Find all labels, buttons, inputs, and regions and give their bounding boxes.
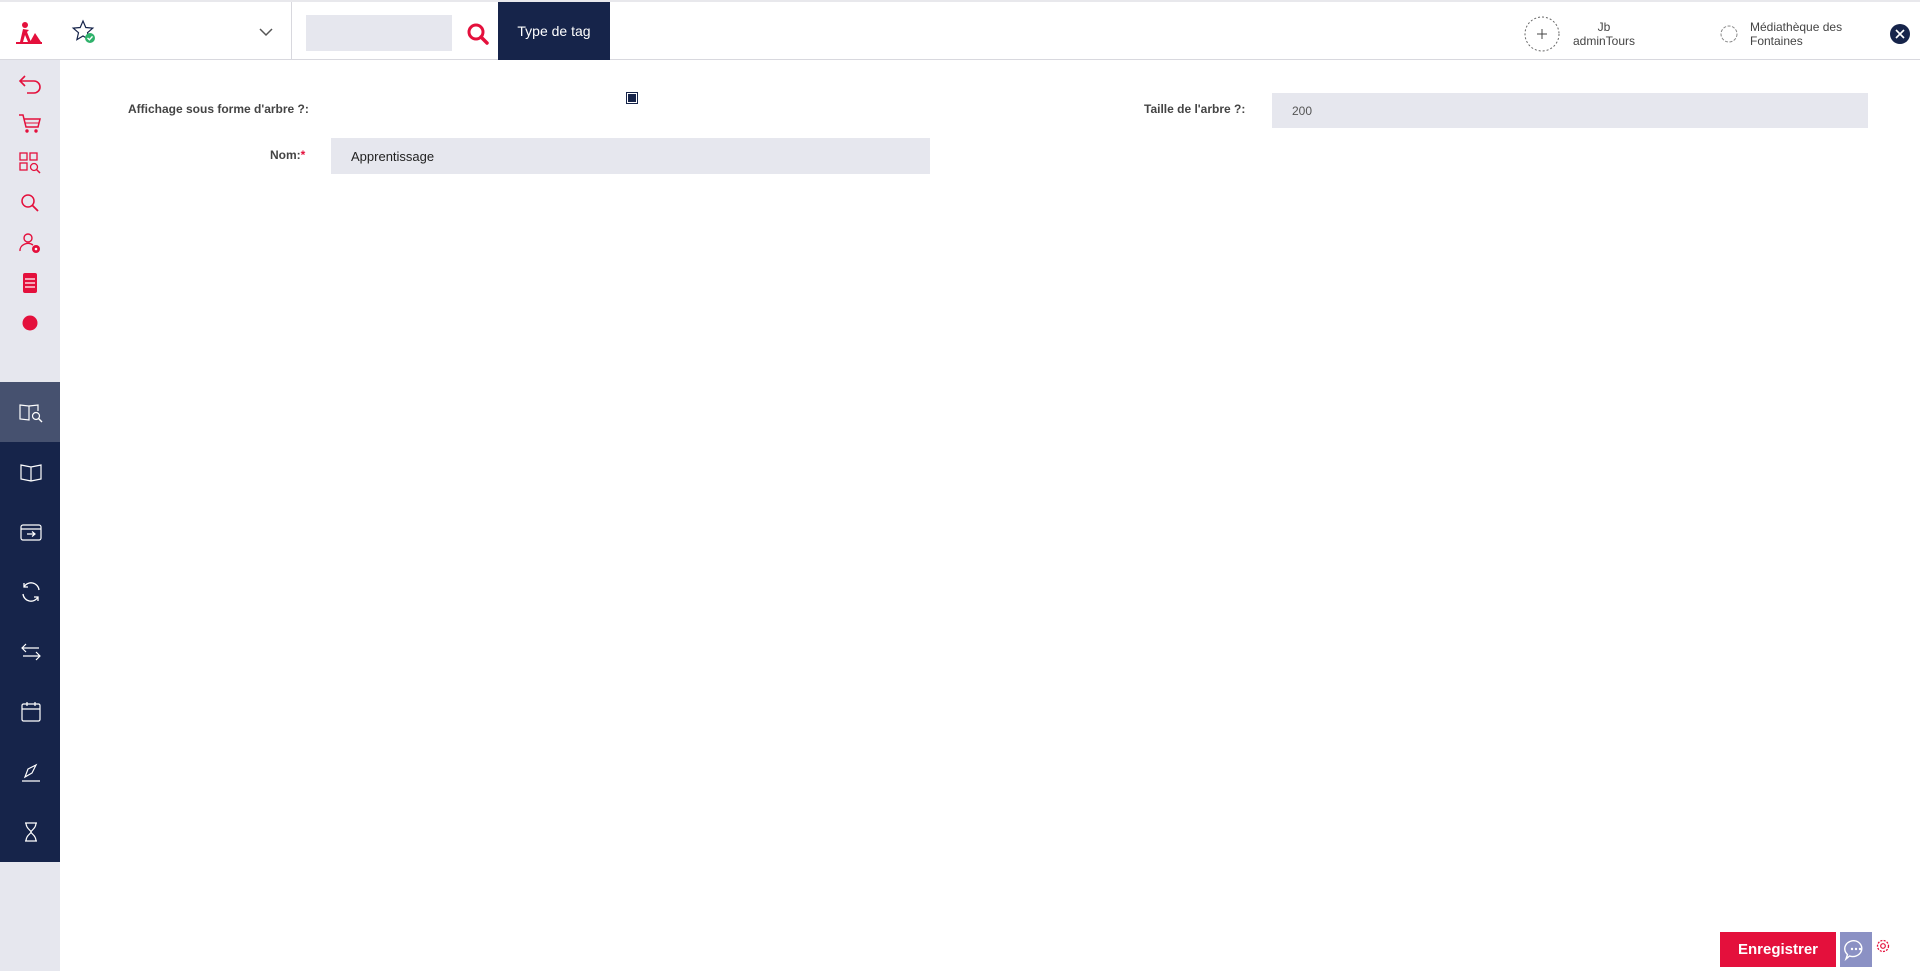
tree-size-label: Taille de l'arbre ?: — [1144, 102, 1246, 116]
chat-button[interactable] — [1840, 932, 1872, 967]
tab-type-de-tag[interactable]: Type de tag — [498, 2, 610, 60]
tree-display-label: Affichage sous forme d'arbre ?: — [128, 102, 309, 116]
name-label: Nom:* — [270, 148, 305, 162]
cart-icon[interactable] — [17, 110, 43, 136]
sidebar-navigation — [0, 382, 60, 862]
document-stack-icon[interactable] — [17, 270, 43, 296]
calendar-icon — [21, 702, 41, 722]
open-book-icon — [20, 464, 42, 482]
header-divider — [291, 2, 292, 60]
add-user-icon[interactable] — [1524, 16, 1560, 52]
user-name[interactable]: Jb adminTours — [1566, 20, 1642, 48]
sidebar-item-transfers[interactable] — [0, 622, 60, 682]
save-button[interactable]: Enregistrer — [1720, 932, 1836, 967]
favorite-star-icon[interactable] — [71, 19, 97, 45]
user-name-line1: Jb — [1597, 20, 1611, 34]
top-bar: Type de tag Jb adminTours Médiathèque de… — [0, 0, 1920, 60]
signature-icon — [22, 763, 40, 782]
close-icon — [1895, 29, 1905, 39]
record-icon[interactable] — [17, 310, 43, 336]
book-search-icon — [19, 404, 43, 423]
user-name-line2: adminTours — [1572, 34, 1636, 48]
close-button[interactable] — [1890, 24, 1910, 44]
chat-bubble-icon — [1844, 940, 1863, 962]
sidebar-item-history[interactable] — [0, 802, 60, 862]
swap-arrows-icon — [21, 643, 41, 661]
library-name[interactable]: Médiathèque des Fontaines — [1750, 20, 1870, 48]
library-name-line2: Fontaines — [1750, 34, 1803, 48]
sidebar-item-sync[interactable] — [0, 562, 60, 622]
search-icon[interactable] — [17, 190, 43, 216]
sidebar-item-circulation[interactable] — [0, 502, 60, 562]
sidebar-item-catalog-search[interactable] — [0, 382, 60, 442]
sidebar-item-catalog[interactable] — [0, 442, 60, 502]
user-settings-icon[interactable] — [17, 230, 43, 256]
app-logo-icon[interactable] — [16, 20, 42, 46]
sidebar-quick-actions — [0, 60, 60, 382]
hourglass-icon — [25, 822, 37, 842]
name-label-text: Nom: — [270, 148, 301, 162]
grid-search-icon[interactable] — [17, 150, 43, 176]
search-icon[interactable] — [466, 22, 490, 46]
sidebar-item-calendar[interactable] — [0, 682, 60, 742]
tree-display-checkbox[interactable] — [626, 92, 638, 104]
inbox-transfer-icon — [20, 524, 42, 541]
checkbox-checked-mark — [628, 94, 636, 102]
library-location-icon[interactable] — [1720, 25, 1738, 43]
sidebar-item-signature[interactable] — [0, 742, 60, 802]
tree-size-field[interactable] — [1272, 93, 1868, 128]
search-input[interactable] — [306, 15, 452, 51]
gear-icon[interactable] — [1874, 937, 1892, 955]
library-name-line1: Médiathèque des — [1750, 20, 1843, 34]
refresh-icon — [22, 582, 40, 602]
sidebar-footer — [0, 862, 60, 971]
chevron-down-icon[interactable] — [258, 26, 274, 38]
name-field[interactable] — [331, 138, 930, 174]
required-asterisk: * — [300, 148, 306, 162]
back-arrow-icon[interactable] — [17, 70, 43, 96]
